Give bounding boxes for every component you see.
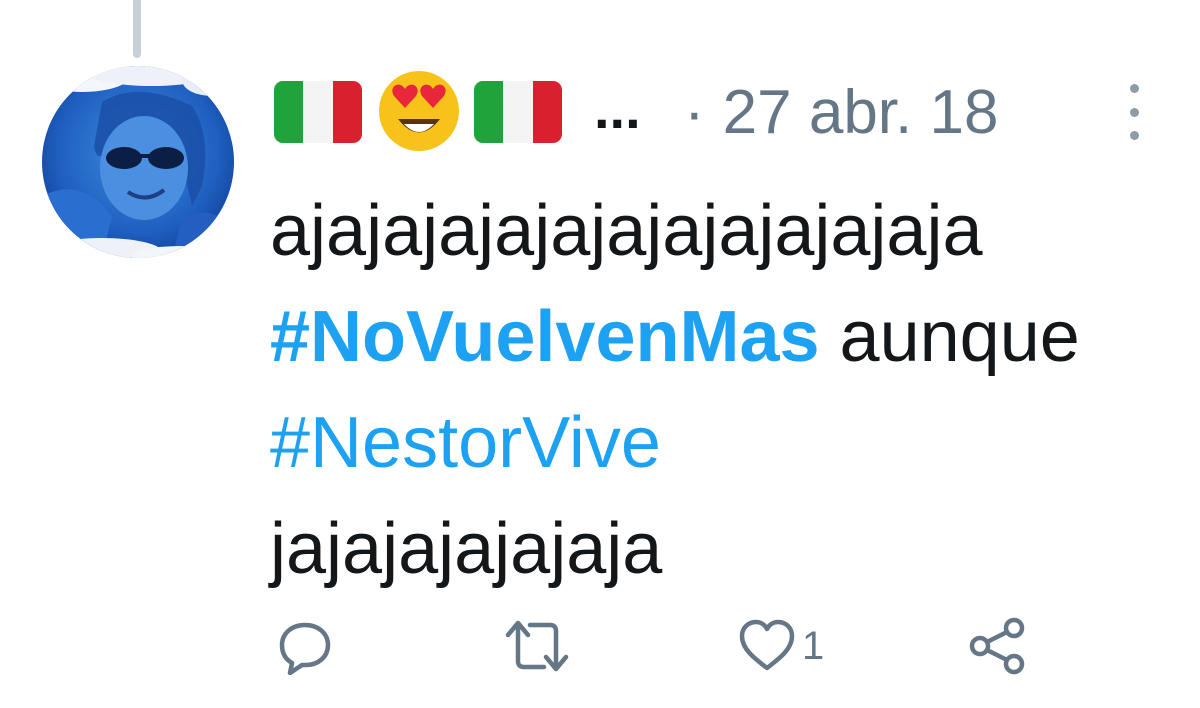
- like-button[interactable]: 1: [738, 610, 824, 682]
- reply-button[interactable]: [276, 610, 334, 682]
- tweet-text-line: #NoVuelvenMas aunque: [270, 284, 1170, 390]
- hashtag-link[interactable]: #NoVuelvenMas: [270, 297, 820, 377]
- like-count: 1: [802, 623, 825, 668]
- tweet-meta: · 27 abr. 18: [684, 64, 998, 160]
- hashtag-link[interactable]: #NestorVive: [270, 403, 661, 483]
- heart-icon: [739, 619, 795, 671]
- heart-eyes-emoji-icon: [379, 71, 459, 151]
- italy-flag-icon: [474, 81, 562, 143]
- author-display-name[interactable]: ...: [274, 64, 641, 160]
- tweet-actions: 1: [0, 610, 1200, 682]
- thread-connector-line: [133, 0, 141, 58]
- tweet-text-line: #NestorVive: [270, 390, 1170, 496]
- meta-separator: ·: [684, 77, 705, 147]
- more-options-icon[interactable]: [1122, 84, 1146, 140]
- tweet-text-line: ajajajajajajajajajajajaja: [270, 191, 983, 271]
- tweet-text-segment: aunque: [819, 297, 1080, 377]
- avatar-image: [42, 66, 234, 258]
- retweet-button[interactable]: [504, 610, 570, 682]
- avatar[interactable]: [42, 66, 234, 258]
- share-icon: [969, 617, 1025, 675]
- tweet-text-line: jajajajajajaja: [270, 509, 663, 589]
- reply-icon: [279, 622, 331, 675]
- retweet-icon: [505, 620, 569, 672]
- tweet-date[interactable]: 27 abr. 18: [723, 77, 999, 148]
- tweet-text: ajajajajajajajajajajajaja #NoVuelvenMas …: [270, 178, 1170, 602]
- tweet-header: ... · 27 abr. 18: [274, 64, 1154, 160]
- share-button[interactable]: [968, 610, 1028, 682]
- italy-flag-icon: [274, 81, 362, 143]
- name-truncation: ...: [594, 76, 641, 140]
